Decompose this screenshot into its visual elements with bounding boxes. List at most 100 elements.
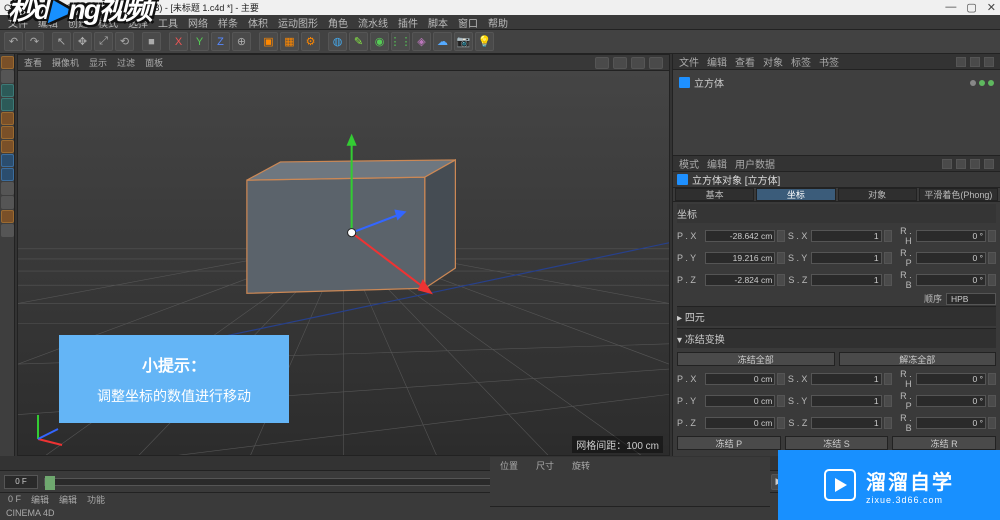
px-spinner[interactable] xyxy=(777,230,785,242)
menu-mograph[interactable]: 运动图形 xyxy=(278,15,318,30)
rb-field[interactable]: 0 ° xyxy=(916,274,986,286)
quat-header[interactable]: ▸ 四元 xyxy=(677,306,996,326)
minimize-button[interactable]: — xyxy=(945,1,956,14)
om-tab-edit[interactable]: 编辑 xyxy=(707,54,727,69)
rotate-tool[interactable]: ⟲ xyxy=(115,32,134,51)
axis-z-lock[interactable]: Z xyxy=(211,32,230,51)
tl-start[interactable]: 0 F xyxy=(4,475,38,489)
fsx-field[interactable]: 1 xyxy=(811,373,881,385)
select-tool[interactable]: ↖ xyxy=(52,32,71,51)
om-opts-icon[interactable] xyxy=(984,57,994,67)
py-spinner[interactable] xyxy=(777,252,785,264)
point-mode[interactable] xyxy=(1,112,14,125)
om-tab-view[interactable]: 查看 xyxy=(735,54,755,69)
attr-tab-userdata[interactable]: 用户数据 xyxy=(735,156,775,171)
snap-toggle[interactable] xyxy=(1,182,14,195)
workplane-mode[interactable] xyxy=(1,98,14,111)
unfreeze-all-button[interactable]: 解冻全部 xyxy=(839,352,997,366)
attr-tab-mode[interactable]: 模式 xyxy=(679,156,699,171)
fpx-field[interactable]: 0 cm xyxy=(705,373,775,385)
visible-render-dot[interactable] xyxy=(988,80,994,86)
misc-tool[interactable] xyxy=(1,224,14,237)
freeze-p-button[interactable]: 冻结 P xyxy=(677,436,781,450)
order-dropdown[interactable]: HPB xyxy=(946,293,996,305)
menu-window[interactable]: 窗口 xyxy=(458,15,478,30)
layer-dot[interactable] xyxy=(970,80,976,86)
menu-help[interactable]: 帮助 xyxy=(488,15,508,30)
fsz-spinner[interactable] xyxy=(884,417,892,429)
fsz-field[interactable]: 1 xyxy=(811,417,881,429)
fpx-spinner[interactable] xyxy=(777,373,785,385)
vp-menu-display[interactable]: 显示 xyxy=(89,56,107,69)
axis-x-lock[interactable]: X xyxy=(169,32,188,51)
mat-tab-2[interactable]: 编辑 xyxy=(31,493,49,506)
visible-editor-dot[interactable] xyxy=(979,80,985,86)
attr-up-icon[interactable] xyxy=(970,159,980,169)
menu-tools[interactable]: 工具 xyxy=(158,15,178,30)
frb-field[interactable]: 0 ° xyxy=(916,417,986,429)
vp-pan-icon[interactable] xyxy=(595,57,609,69)
fpy-field[interactable]: 0 cm xyxy=(705,395,775,407)
fsy-field[interactable]: 1 xyxy=(811,395,881,407)
fpz-spinner[interactable] xyxy=(777,417,785,429)
environment[interactable]: ☁ xyxy=(433,32,452,51)
freeze-header[interactable]: ▾ 冻结变换 xyxy=(677,328,996,348)
mat-tab-1[interactable]: 0 F xyxy=(8,494,21,504)
freeze-r-button[interactable]: 冻结 R xyxy=(892,436,996,450)
vp-menu-camera[interactable]: 摄像机 xyxy=(52,56,79,69)
om-tab-tags[interactable]: 标签 xyxy=(791,54,811,69)
sy-spinner[interactable] xyxy=(884,252,892,264)
vp-menu-panel[interactable]: 面板 xyxy=(145,56,163,69)
sx-spinner[interactable] xyxy=(884,230,892,242)
fpz-field[interactable]: 0 cm xyxy=(705,417,775,429)
model-mode[interactable] xyxy=(1,70,14,83)
subtab-object[interactable]: 对象 xyxy=(838,188,917,201)
render-view[interactable]: ▣ xyxy=(259,32,278,51)
menu-spline[interactable]: 样条 xyxy=(218,15,238,30)
menu-volume[interactable]: 体积 xyxy=(248,15,268,30)
axis-y-lock[interactable]: Y xyxy=(190,32,209,51)
pz-spinner[interactable] xyxy=(777,274,785,286)
subtab-coord[interactable]: 坐标 xyxy=(756,188,835,201)
tweaking-mode[interactable] xyxy=(1,210,14,223)
light[interactable]: 💡 xyxy=(475,32,494,51)
spline-pen[interactable]: ✎ xyxy=(349,32,368,51)
coord-sys[interactable]: ⊕ xyxy=(232,32,251,51)
fpy-spinner[interactable] xyxy=(777,395,785,407)
rb-spinner[interactable] xyxy=(988,274,996,286)
menu-mesh[interactable]: 网络 xyxy=(188,15,208,30)
pz-field[interactable]: -2.824 cm xyxy=(705,274,775,286)
close-button[interactable]: ✕ xyxy=(987,1,996,14)
mat-tab-4[interactable]: 功能 xyxy=(87,493,105,506)
subtab-phong[interactable]: 平滑着色(Phong) xyxy=(919,188,998,201)
sz-field[interactable]: 1 xyxy=(811,274,881,286)
primitive-cube[interactable]: ◍ xyxy=(328,32,347,51)
sz-spinner[interactable] xyxy=(884,274,892,286)
frh-field[interactable]: 0 ° xyxy=(916,373,986,385)
menu-character[interactable]: 角色 xyxy=(328,15,348,30)
texture-mode[interactable] xyxy=(1,84,14,97)
vp-orbit-icon[interactable] xyxy=(631,57,645,69)
axis-mode[interactable] xyxy=(1,154,14,167)
fsy-spinner[interactable] xyxy=(884,395,892,407)
redo-button[interactable]: ↷ xyxy=(25,32,44,51)
px-field[interactable]: -28.642 cm xyxy=(705,230,775,242)
scale-tool[interactable]: ⤢ xyxy=(94,32,113,51)
py-field[interactable]: 19.216 cm xyxy=(705,252,775,264)
rp-field[interactable]: 0 ° xyxy=(916,252,986,264)
locked-toggle[interactable] xyxy=(1,196,14,209)
rh-field[interactable]: 0 ° xyxy=(916,230,986,242)
attr-opts-icon[interactable] xyxy=(984,159,994,169)
maximize-button[interactable]: ▢ xyxy=(966,1,976,14)
viewport[interactable]: 查看 摄像机 显示 过滤 面板 xyxy=(17,54,670,456)
rh-spinner[interactable] xyxy=(988,230,996,242)
polygon-mode[interactable] xyxy=(1,140,14,153)
freeze-all-button[interactable]: 冻结全部 xyxy=(677,352,835,366)
sx-field[interactable]: 1 xyxy=(811,230,881,242)
attr-back-icon[interactable] xyxy=(942,159,952,169)
freeze-s-button[interactable]: 冻结 S xyxy=(785,436,889,450)
frp-spinner[interactable] xyxy=(988,395,996,407)
mat-tab-3[interactable]: 编辑 xyxy=(59,493,77,506)
edge-mode[interactable] xyxy=(1,126,14,139)
object-list[interactable]: 立方体 xyxy=(673,70,1000,155)
